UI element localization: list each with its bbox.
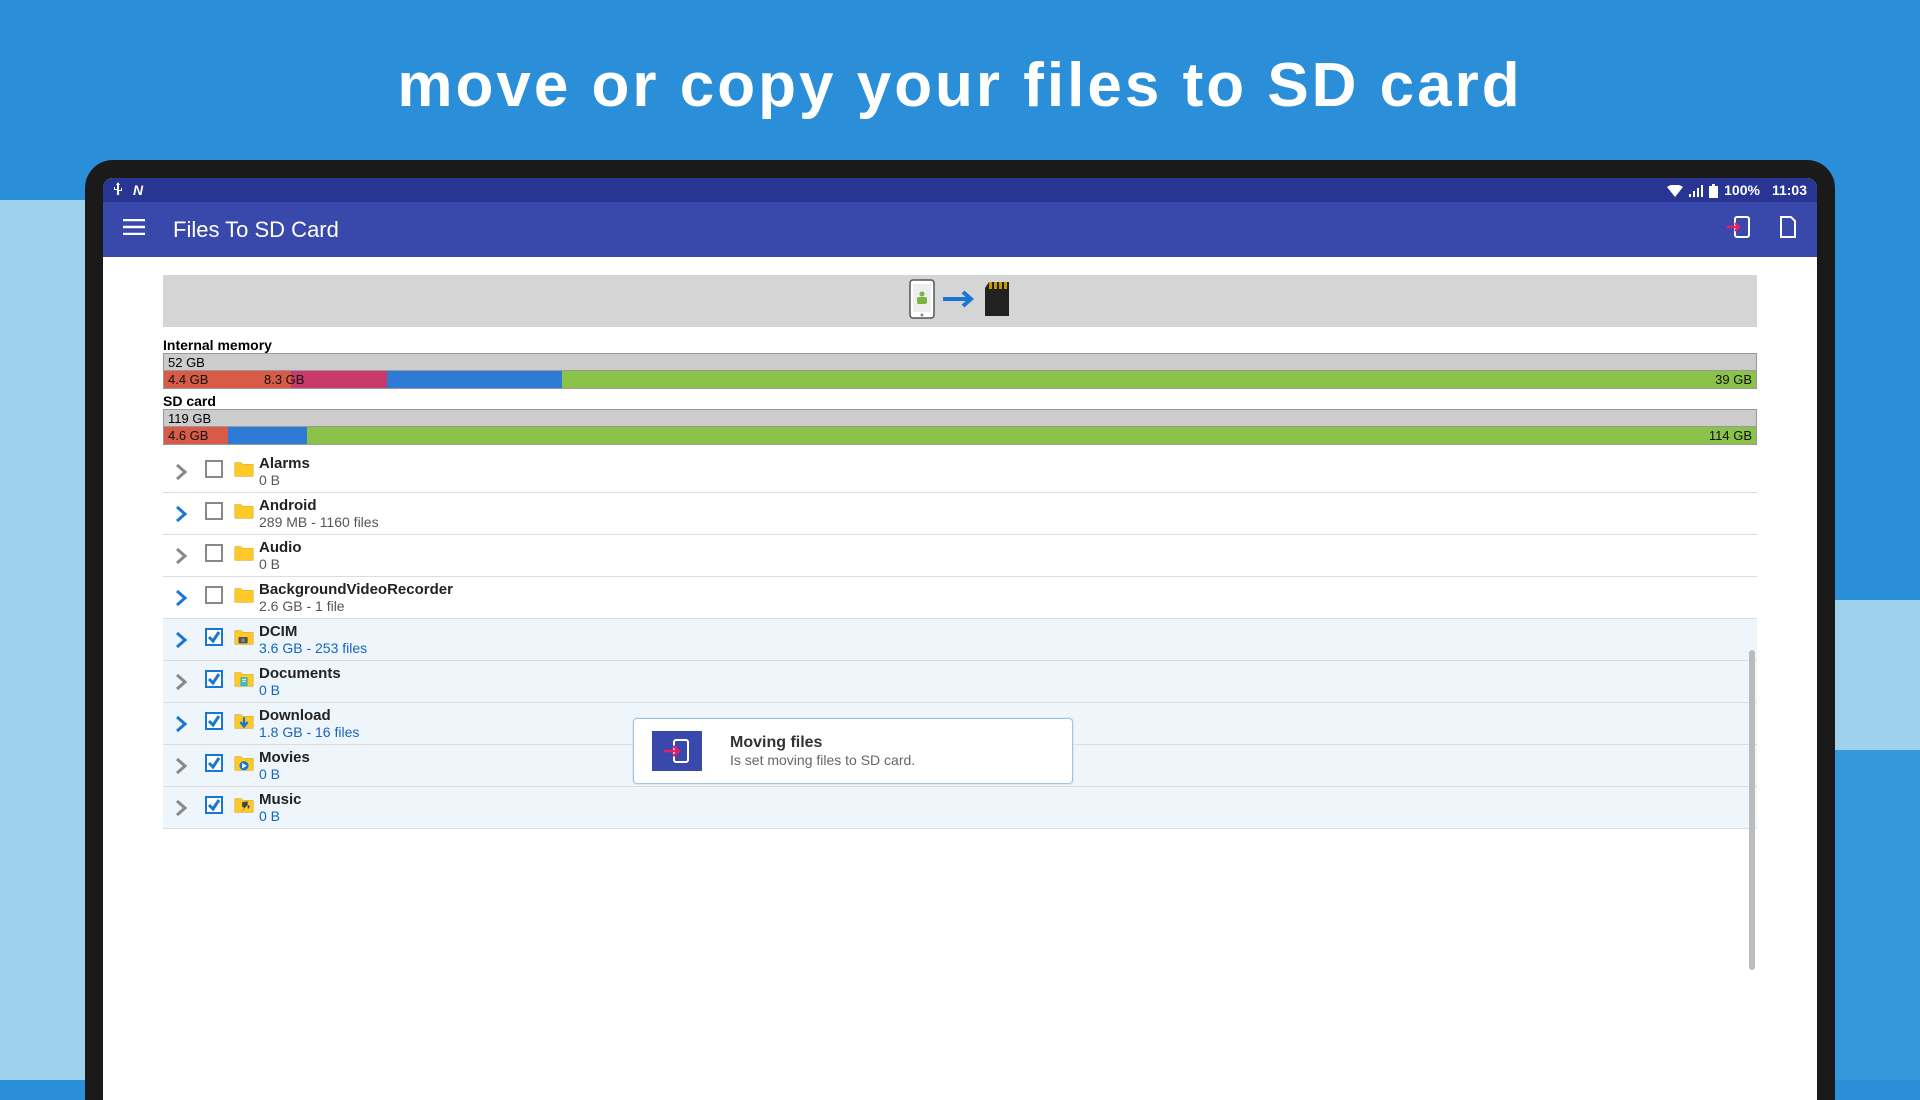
- internal-free: 39 GB: [1715, 372, 1752, 387]
- status-left: N: [113, 182, 143, 199]
- folder-icon: [229, 752, 259, 779]
- move-action-icon[interactable]: [1727, 216, 1751, 243]
- sd-free: 114 GB: [1709, 428, 1752, 443]
- folder-row[interactable]: Music0 B: [163, 787, 1757, 829]
- internal-seg2: 8.3 GB: [264, 372, 304, 387]
- usb-icon: [113, 182, 123, 199]
- scrollbar-thumb[interactable]: [1749, 650, 1755, 970]
- folder-checkbox[interactable]: [199, 670, 229, 693]
- chevron-right-icon[interactable]: [163, 799, 199, 817]
- folder-checkbox[interactable]: [199, 796, 229, 819]
- folder-name: Audio: [259, 539, 1757, 556]
- folder-detail: 3.6 GB - 253 files: [259, 640, 1757, 656]
- chevron-right-icon[interactable]: [163, 673, 199, 691]
- folder-icon: [229, 500, 259, 527]
- folder-name: Music: [259, 791, 1757, 808]
- folder-icon: [229, 794, 259, 821]
- chevron-right-icon[interactable]: [163, 463, 199, 481]
- android-status-bar: N 100% 11:03: [103, 178, 1817, 202]
- sd-label: SD card: [163, 393, 1757, 409]
- sd-seg1: 4.6 GB: [168, 428, 208, 443]
- sd-total: 119 GB: [168, 411, 211, 426]
- folder-checkbox[interactable]: [199, 712, 229, 735]
- folder-detail: 0 B: [259, 682, 1757, 698]
- folder-name: Documents: [259, 665, 1757, 682]
- folder-checkbox[interactable]: [199, 460, 229, 483]
- status-time: 11:03: [1772, 182, 1807, 198]
- hamburger-icon[interactable]: [123, 219, 145, 240]
- transfer-banner[interactable]: [163, 275, 1757, 327]
- chevron-right-icon[interactable]: [163, 589, 199, 607]
- moving-files-toast[interactable]: Moving files Is set moving files to SD c…: [633, 718, 1073, 784]
- chevron-right-icon[interactable]: [163, 631, 199, 649]
- folder-detail: 0 B: [259, 472, 1757, 488]
- tablet-frame: N 100% 11:03 Files To SD Card: [85, 160, 1835, 1100]
- folder-name: BackgroundVideoRecorder: [259, 581, 1757, 598]
- status-right: 100% 11:03: [1667, 182, 1807, 198]
- battery-icon: [1709, 182, 1718, 198]
- file-action-icon[interactable]: [1779, 216, 1797, 243]
- internal-label: Internal memory: [163, 337, 1757, 353]
- folder-name: Alarms: [259, 455, 1757, 472]
- app-bar: Files To SD Card: [103, 202, 1817, 257]
- folder-name: DCIM: [259, 623, 1757, 640]
- folder-row[interactable]: Documents0 B: [163, 661, 1757, 703]
- folder-icon: [229, 542, 259, 569]
- chevron-right-icon[interactable]: [163, 715, 199, 733]
- folder-row[interactable]: DCIM3.6 GB - 253 files: [163, 619, 1757, 661]
- folder-row[interactable]: Android289 MB - 1160 files: [163, 493, 1757, 535]
- promo-headline: move or copy your files to SD card: [0, 50, 1920, 121]
- folder-icon: [229, 626, 259, 653]
- folder-checkbox[interactable]: [199, 754, 229, 777]
- folder-icon: [229, 584, 259, 611]
- battery-percent: 100%: [1724, 182, 1760, 198]
- folder-icon: [229, 668, 259, 695]
- internal-storage-block: Internal memory 52 GB 4.4 GB 8.3 GB 39 G…: [163, 337, 1757, 389]
- signal-icon: [1689, 182, 1703, 198]
- chevron-right-icon[interactable]: [163, 757, 199, 775]
- folder-checkbox[interactable]: [199, 628, 229, 651]
- folder-detail: 0 B: [259, 808, 1757, 824]
- folder-checkbox[interactable]: [199, 544, 229, 567]
- toast-message: Is set moving files to SD card.: [730, 752, 915, 768]
- folder-detail: 2.6 GB - 1 file: [259, 598, 1757, 614]
- folder-detail: 289 MB - 1160 files: [259, 514, 1757, 530]
- wifi-icon: [1667, 182, 1683, 198]
- internal-total-bar: 52 GB: [163, 353, 1757, 371]
- folder-row[interactable]: Alarms0 B: [163, 451, 1757, 493]
- folder-icon: [229, 710, 259, 737]
- folder-icon: [229, 458, 259, 485]
- sd-storage-block: SD card 119 GB 4.6 GB 114 GB: [163, 393, 1757, 445]
- background-left-band: [0, 200, 85, 1080]
- internal-seg1: 4.4 GB: [168, 372, 208, 387]
- internal-total: 52 GB: [168, 355, 205, 370]
- sd-total-bar: 119 GB: [163, 409, 1757, 427]
- arrow-right-icon: [941, 290, 977, 313]
- sdcard-target-icon: [983, 280, 1011, 323]
- folder-row[interactable]: Audio0 B: [163, 535, 1757, 577]
- chevron-right-icon[interactable]: [163, 547, 199, 565]
- app-title: Files To SD Card: [173, 217, 1699, 243]
- folder-checkbox[interactable]: [199, 586, 229, 609]
- toast-move-icon: [652, 731, 702, 771]
- chevron-right-icon[interactable]: [163, 505, 199, 523]
- folder-detail: 0 B: [259, 556, 1757, 572]
- sd-usage-bar: 4.6 GB 114 GB: [163, 427, 1757, 445]
- folder-checkbox[interactable]: [199, 502, 229, 525]
- toast-title: Moving files: [730, 734, 915, 752]
- folder-name: Android: [259, 497, 1757, 514]
- internal-usage-bar: 4.4 GB 8.3 GB 39 GB: [163, 371, 1757, 389]
- folder-row[interactable]: BackgroundVideoRecorder2.6 GB - 1 file: [163, 577, 1757, 619]
- n-icon: N: [133, 182, 143, 198]
- phone-source-icon: [909, 279, 935, 324]
